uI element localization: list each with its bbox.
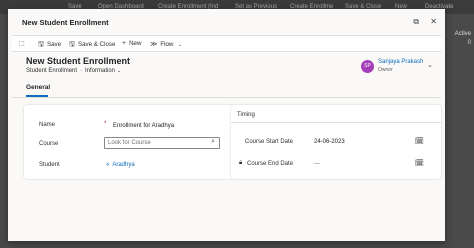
- tab-general[interactable]: General: [26, 84, 50, 91]
- background-status: Active 0: [455, 30, 471, 48]
- timing-section: Timing Course Start Date 24-06-2023 🗓 🔒︎…: [231, 105, 441, 179]
- student-label: Student: [39, 162, 60, 168]
- new-button[interactable]: + New: [122, 40, 141, 47]
- course-start-date-field[interactable]: 24-06-2023: [314, 139, 345, 145]
- header-expand-chevron-icon[interactable]: ⌄: [427, 61, 433, 69]
- open-in-new-window-icon[interactable]: ⧉: [413, 17, 419, 26]
- quick-create-dialog: New Student Enrollment ⧉ ✕ ⬚ 🖫 Save 🖫 Save…: [8, 9, 445, 241]
- separator: ·: [80, 68, 83, 74]
- record-title: New Student Enrollment: [26, 56, 131, 66]
- lock-icon: 🔒︎: [239, 160, 243, 166]
- flow-button-label: Flow: [160, 40, 174, 48]
- student-lookup-value: Aradhya: [112, 162, 135, 168]
- calendar-icon[interactable]: 🗓: [415, 137, 424, 145]
- save-button-label: Save: [46, 40, 62, 48]
- flow-button[interactable]: ≫ Flow ⌄: [150, 40, 182, 48]
- save-close-icon: 🖫: [69, 40, 75, 48]
- course-end-date-field: ---: [314, 161, 320, 167]
- tab-divider: [12, 97, 441, 98]
- calendar-icon: 🗓: [415, 160, 424, 167]
- owner-name[interactable]: Sanjaya Prakash: [378, 59, 423, 65]
- general-section: Name * Enrollment for Aradhya Course Loo…: [24, 105, 233, 179]
- chevron-down-icon: ⌄: [178, 41, 183, 48]
- save-button[interactable]: 🖫 Save: [38, 40, 61, 51]
- entity-name: Student Enrollment: [26, 68, 78, 74]
- form-selector[interactable]: Information ⌄: [85, 68, 121, 74]
- course-end-date-label: Course End Date: [247, 161, 294, 167]
- name-field[interactable]: Enrollment for Aradhya: [113, 123, 174, 129]
- owner-role: Owner: [378, 67, 393, 73]
- course-start-date-label: Course Start Date: [245, 139, 294, 145]
- entity-icon: ⟡: [106, 162, 110, 168]
- dialog-title: New Student Enrollment: [22, 18, 109, 27]
- plus-icon: +: [122, 39, 127, 47]
- dialog-window-controls: ⧉ ✕: [404, 17, 437, 27]
- save-icon: 🖫: [38, 40, 44, 48]
- name-label: Name: [39, 122, 56, 128]
- save-close-button[interactable]: 🖫 Save & Close: [69, 40, 115, 51]
- timing-divider: [231, 122, 441, 123]
- bg-status-count: 0: [467, 40, 471, 46]
- expand-icon[interactable]: ⬚: [19, 40, 25, 47]
- command-bar: ⬚ 🖫 Save 🖫 Save & Close + New ≫ Flow ⌄: [12, 35, 441, 52]
- chevron-down-icon: ⌄: [117, 68, 122, 74]
- required-icon: *: [104, 121, 107, 127]
- owner-avatar[interactable]: SP: [361, 60, 374, 73]
- search-icon[interactable]: ⌕: [211, 138, 215, 146]
- record-subtitle: Student Enrollment · Information ⌄: [26, 68, 121, 74]
- course-lookup-placeholder: Look for Course: [108, 139, 151, 146]
- timing-section-title: Timing: [237, 112, 255, 118]
- form-selector-label: Information: [85, 68, 116, 74]
- new-button-label: New: [129, 39, 142, 47]
- save-close-button-label: Save & Close: [77, 40, 116, 48]
- close-icon[interactable]: ✕: [430, 17, 437, 26]
- bg-status-active: Active: [454, 31, 471, 37]
- flow-icon: ≫: [150, 40, 158, 48]
- course-label: Course: [39, 141, 59, 147]
- student-lookup[interactable]: ⟡ Aradhya: [106, 162, 135, 168]
- course-lookup-input[interactable]: Look for Course ⌕: [104, 137, 220, 149]
